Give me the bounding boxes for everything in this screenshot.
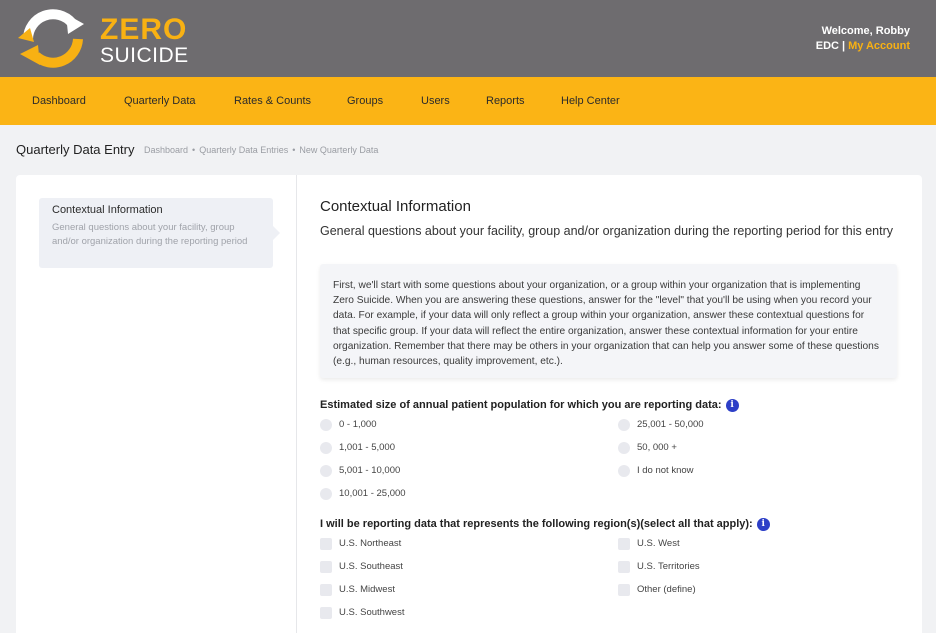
sidebar-step-title: Contextual Information — [52, 204, 163, 216]
option-label: U.S. Midwest — [339, 584, 395, 595]
my-account-link[interactable]: My Account — [848, 40, 910, 52]
main-nav: Dashboard Quarterly Data Rates & Counts … — [0, 77, 936, 125]
active-step-pointer — [273, 226, 280, 240]
org-name: EDC — [815, 40, 839, 52]
option-label: 1,001 - 5,000 — [339, 442, 395, 453]
question-label: Estimated size of annual patient populat… — [320, 399, 722, 411]
option-label: 5,001 - 10,000 — [339, 465, 401, 476]
breadcrumb-quarterly-data-entries[interactable]: Quarterly Data Entries — [199, 145, 288, 155]
question-label: I will be reporting data that represents… — [320, 518, 753, 530]
checkbox[interactable] — [320, 584, 332, 596]
sidebar-step-contextual-information[interactable]: Contextual Information General questions… — [39, 198, 280, 268]
nav-dashboard[interactable]: Dashboard — [32, 95, 86, 107]
checkbox[interactable] — [320, 607, 332, 619]
nav-help-center[interactable]: Help Center — [561, 95, 620, 107]
option-label: U.S. West — [637, 538, 680, 549]
section-subtitle: General questions about your facility, g… — [320, 224, 894, 238]
option-label: 25,001 - 50,000 — [637, 419, 704, 430]
top-header: ZERO SUICIDE Welcome, Robby EDC | My Accou… — [0, 0, 936, 77]
option-label: U.S. Northeast — [339, 538, 402, 549]
logo-text-suicide: SUICIDE — [100, 44, 189, 67]
question-regions: I will be reporting data that represents… — [320, 518, 770, 531]
checkbox[interactable] — [618, 538, 630, 550]
radio-button[interactable] — [320, 442, 332, 454]
radio-button[interactable] — [618, 442, 630, 454]
option-label: U.S. Southeast — [339, 561, 403, 572]
radio-button[interactable] — [618, 465, 630, 477]
intro-text: First, we'll start with some questions a… — [333, 280, 879, 368]
nav-quarterly-data[interactable]: Quarterly Data — [124, 95, 196, 107]
radio-button[interactable] — [320, 465, 332, 477]
radio-button[interactable] — [320, 488, 332, 500]
card-divider — [296, 175, 297, 633]
checkbox[interactable] — [320, 561, 332, 573]
nav-users[interactable]: Users — [421, 95, 450, 107]
option-label: 50, 000 + — [637, 442, 677, 453]
intro-box: First, we'll start with some questions a… — [320, 264, 897, 378]
info-icon[interactable]: i — [725, 399, 739, 412]
nav-groups[interactable]: Groups — [347, 95, 383, 107]
logo-text-zero: ZERO — [100, 13, 188, 46]
checkbox[interactable] — [320, 538, 332, 550]
welcome-message: Welcome, Robby — [821, 25, 910, 37]
breadcrumb-separator: • — [192, 145, 196, 155]
option-label: 10,001 - 25,000 — [339, 488, 406, 499]
breadcrumb-separator: • — [292, 145, 296, 155]
nav-rates-counts[interactable]: Rates & Counts — [234, 95, 311, 107]
checkbox[interactable] — [618, 584, 630, 596]
breadcrumb: Dashboard • Quarterly Data Entries • New Qua… — [144, 145, 378, 155]
question-patient-population: Estimated size of annual patient populat… — [320, 399, 739, 412]
zero-suicide-logo[interactable]: ZERO SUICIDE — [14, 8, 194, 70]
radio-button[interactable] — [618, 419, 630, 431]
radio-button[interactable] — [320, 419, 332, 431]
option-label: I do not know — [637, 465, 694, 476]
nav-reports[interactable]: Reports — [486, 95, 525, 107]
separator: | — [841, 40, 846, 52]
option-label: U.S. Southwest — [339, 607, 405, 618]
sidebar-step-description: General questions about your facility, g… — [52, 222, 248, 247]
option-label: Other (define) — [637, 584, 696, 595]
breadcrumb-new-quarterly-data: New Quarterly Data — [299, 145, 379, 155]
checkbox[interactable] — [618, 561, 630, 573]
info-icon[interactable]: i — [756, 518, 770, 531]
breadcrumb-dashboard[interactable]: Dashboard — [144, 145, 188, 155]
section-title: Contextual Information — [320, 198, 471, 215]
option-label: 0 - 1,000 — [339, 419, 377, 430]
account-line: EDC | My Account — [816, 40, 910, 52]
option-label: U.S. Territories — [637, 561, 700, 572]
page-title: Quarterly Data Entry — [16, 142, 135, 157]
recycle-arrows-logo-icon — [18, 9, 84, 68]
